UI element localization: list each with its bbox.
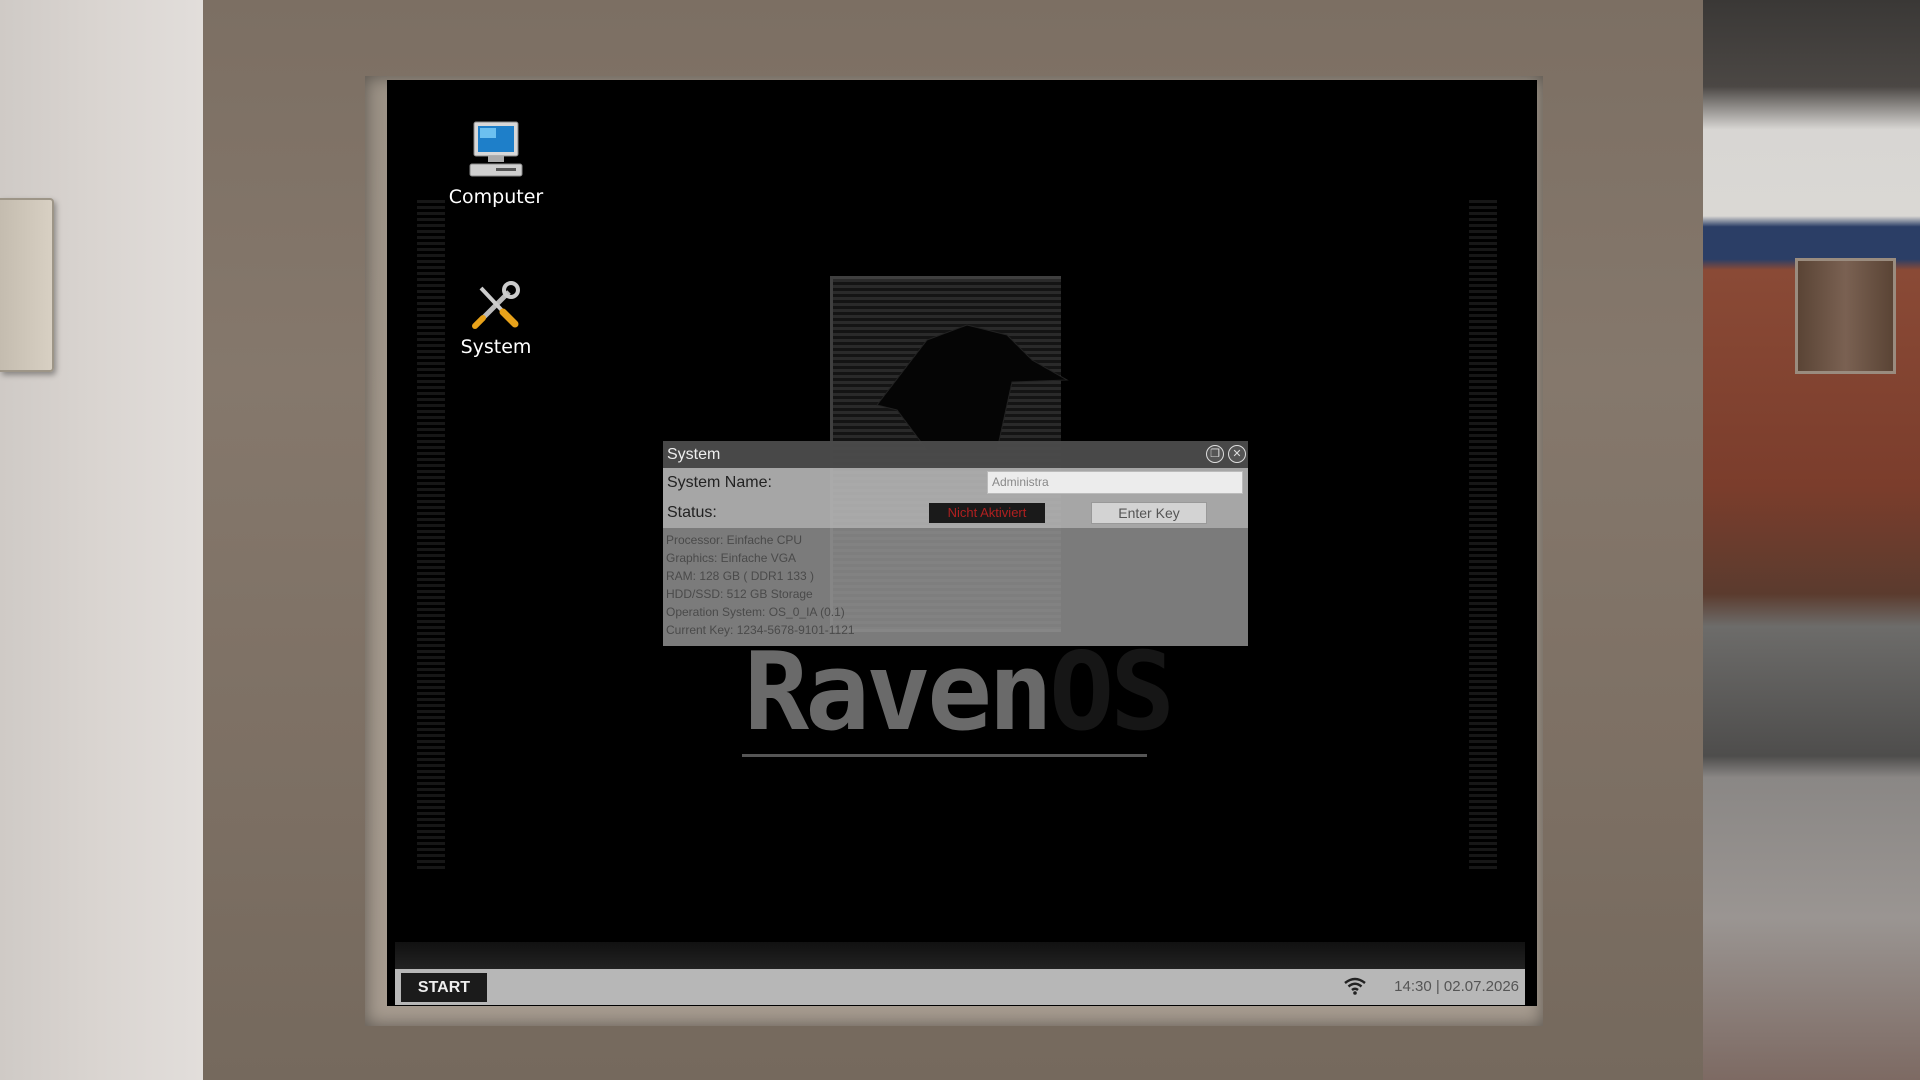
enter-key-button[interactable]: Enter Key xyxy=(1091,502,1207,524)
scanline-strip xyxy=(1469,200,1497,870)
tools-icon xyxy=(472,281,520,329)
logo-main: Raven xyxy=(744,630,1053,755)
room-wall xyxy=(0,0,203,1080)
computer-icon xyxy=(469,121,523,177)
close-icon[interactable]: ✕ xyxy=(1228,445,1246,463)
system-name-label: System Name: xyxy=(667,474,772,491)
crt-screen: Computer System RavenOS System ❐ ✕ Syste… xyxy=(387,80,1537,1006)
system-specs: Processor: Einfache CPU Graphics: Einfac… xyxy=(663,528,1248,642)
wifi-icon[interactable] xyxy=(1343,977,1367,995)
window-titlebar[interactable]: System ❐ ✕ xyxy=(663,441,1248,468)
taskbar-shadow xyxy=(395,942,1525,969)
raven-bird-icon xyxy=(876,324,1069,451)
desktop-icon-computer[interactable]: Computer xyxy=(441,120,551,208)
building-window xyxy=(1795,258,1896,374)
status-label: Status: xyxy=(667,504,717,521)
desktop-icon-label: Computer xyxy=(448,186,544,208)
activation-status-badge: Nicht Aktiviert xyxy=(929,503,1045,523)
spec-line: Current Key: 1234-5678-9101-1121 xyxy=(666,623,855,637)
status-row: Status: Nicht Aktiviert Enter Key xyxy=(663,498,1248,528)
desktop-icon-system[interactable]: System xyxy=(441,278,551,358)
taskbar-clock: 14:30 | 02.07.2026 xyxy=(1394,978,1519,995)
logo-suffix: OS xyxy=(1049,630,1175,755)
raven-os-logo: RavenOS xyxy=(744,630,1175,755)
spec-line: Graphics: Einfache VGA xyxy=(666,551,797,565)
spec-line: Processor: Einfache CPU xyxy=(666,533,803,547)
start-button[interactable]: START xyxy=(401,973,487,1002)
taskbar: START 14:30 | 02.07.2026 xyxy=(395,969,1525,1005)
restore-icon[interactable]: ❐ xyxy=(1206,445,1224,463)
street-view xyxy=(1703,0,1920,1080)
desktop-icon-label: System xyxy=(460,336,532,358)
window-title: System xyxy=(667,446,721,463)
spec-line: HDD/SSD: 512 GB Storage xyxy=(666,587,813,601)
system-name-input[interactable]: Administra xyxy=(987,471,1243,494)
spec-line: RAM: 128 GB ( DDR1 133 ) xyxy=(666,569,815,583)
system-window: System ❐ ✕ System Name: Administra Statu… xyxy=(663,441,1248,646)
light-switch xyxy=(0,198,54,372)
logo-underline xyxy=(742,754,1147,757)
system-name-row: System Name: Administra xyxy=(663,468,1248,498)
spec-line: Operation System: OS_0_IA (0.1) xyxy=(666,605,845,619)
